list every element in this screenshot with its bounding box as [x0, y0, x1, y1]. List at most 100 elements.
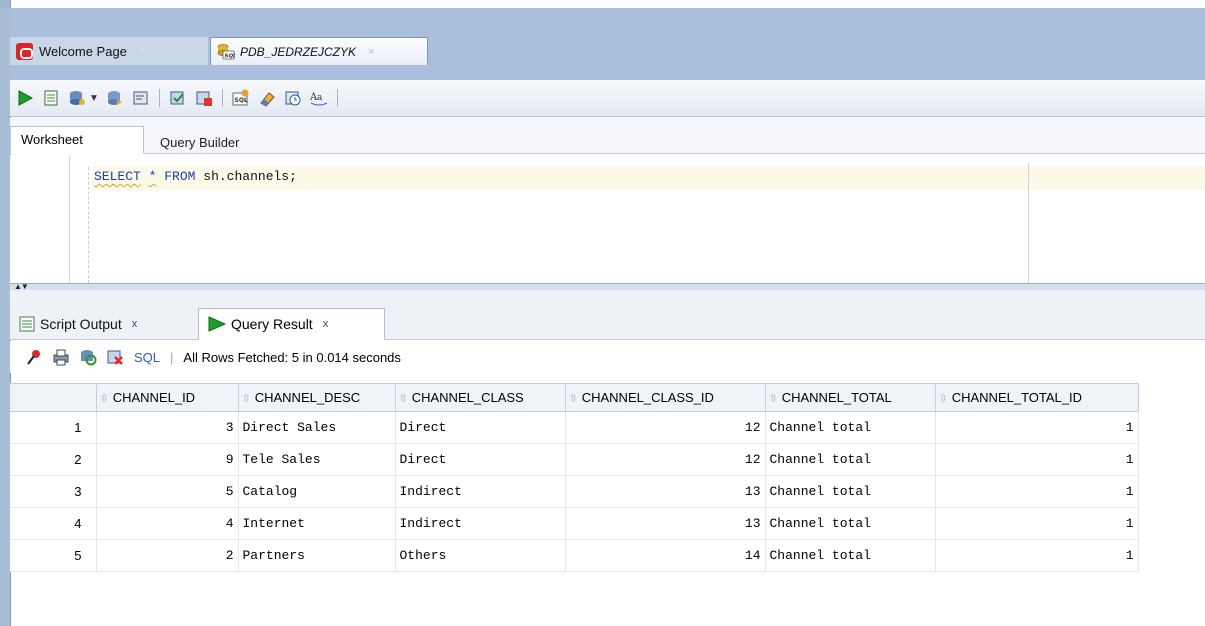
- table-row[interactable]: 1 3 Direct Sales Direct 12 Channel total…: [10, 411, 1139, 444]
- table-cell[interactable]: Channel total: [764, 539, 936, 572]
- table-cell[interactable]: Channel total: [764, 411, 936, 444]
- sql-statement[interactable]: SELECT * FROM sh.channels;: [94, 169, 297, 184]
- row-number-header: [10, 383, 97, 412]
- row-number[interactable]: 5: [10, 539, 97, 572]
- column-header[interactable]: ⇳ CHANNEL_DESC: [237, 383, 396, 412]
- svg-text:SQL: SQL: [234, 97, 247, 104]
- table-cell[interactable]: Internet: [237, 507, 396, 540]
- tab-script-output[interactable]: Script Output x: [10, 308, 198, 340]
- table-cell[interactable]: Partners: [237, 539, 396, 572]
- table-cell[interactable]: 13: [564, 475, 766, 508]
- editor-toolbar: ▼ SQL Aa: [10, 80, 1205, 117]
- table-name: sh.channels;: [203, 169, 297, 184]
- table-cell[interactable]: Catalog: [237, 475, 396, 508]
- keyword-from: FROM: [164, 169, 196, 184]
- keyword-select: SELECT: [94, 169, 141, 184]
- commit-icon[interactable]: [67, 88, 87, 108]
- clear-results-icon[interactable]: [194, 88, 214, 108]
- table-cell[interactable]: 1: [934, 443, 1139, 476]
- table-cell[interactable]: 12: [564, 411, 766, 444]
- table-cell[interactable]: 14: [564, 539, 766, 572]
- script-output-icon: [18, 315, 36, 333]
- refresh-icon[interactable]: [78, 347, 98, 367]
- row-number[interactable]: 4: [10, 507, 97, 540]
- table-cell[interactable]: 1: [934, 507, 1139, 540]
- tab-pdb-connection[interactable]: SQL PDB_JEDRZEJCZYK ×: [210, 37, 428, 65]
- sql-link[interactable]: SQL: [134, 350, 160, 365]
- tab-query-result[interactable]: Query Result x: [198, 308, 385, 340]
- table-row[interactable]: 3 5 Catalog Indirect 13 Channel total 1: [10, 475, 1139, 508]
- table-cell[interactable]: 1: [934, 411, 1139, 444]
- tab-close-icon[interactable]: ×: [139, 45, 145, 57]
- toolbar-separator: [336, 89, 338, 107]
- table-row[interactable]: 4 4 Internet Indirect 13 Channel total 1: [10, 507, 1139, 540]
- row-number[interactable]: 2: [10, 443, 97, 476]
- table-cell[interactable]: 1: [934, 539, 1139, 572]
- explain-plan-icon[interactable]: [131, 88, 151, 108]
- grid-header-row: ⇳ CHANNEL_ID ⇳ CHANNEL_DESC ⇳ CHANNEL_CLASS…: [10, 383, 1139, 412]
- sql-editor[interactable]: SELECT * FROM sh.channels;: [10, 155, 1205, 283]
- table-row[interactable]: 5 2 Partners Others 14 Channel total 1: [10, 539, 1139, 572]
- run-statement-icon[interactable]: [15, 88, 35, 108]
- autotrace-icon[interactable]: [168, 88, 188, 108]
- table-cell[interactable]: 3: [95, 411, 239, 444]
- column-header[interactable]: ⇳ CHANNEL_CLASS: [394, 383, 566, 412]
- table-cell[interactable]: Tele Sales: [237, 443, 396, 476]
- table-cell[interactable]: Others: [394, 539, 566, 572]
- table-cell[interactable]: Channel total: [764, 443, 936, 476]
- table-cell[interactable]: Indirect: [394, 475, 566, 508]
- column-header[interactable]: ⇳ CHANNEL_TOTAL_ID: [934, 383, 1139, 412]
- tab-close-icon[interactable]: x: [132, 318, 138, 330]
- column-header[interactable]: ⇳ CHANNEL_ID: [95, 383, 239, 412]
- sort-icon: ⇳: [768, 393, 778, 405]
- column-header[interactable]: ⇳ CHANNEL_CLASS_ID: [564, 383, 766, 412]
- table-cell[interactable]: Direct: [394, 443, 566, 476]
- row-number[interactable]: 3: [10, 475, 97, 508]
- play-icon: [207, 315, 227, 333]
- svg-text:a: a: [317, 93, 323, 103]
- tab-close-icon[interactable]: ×: [368, 46, 374, 58]
- cancel-fetch-icon[interactable]: [105, 347, 125, 367]
- run-script-icon[interactable]: [41, 88, 61, 108]
- tab-label: Query Result: [231, 316, 313, 332]
- line-number-gutter: [10, 155, 70, 283]
- tab-worksheet[interactable]: Worksheet: [10, 126, 144, 154]
- format-case-icon[interactable]: Aa: [309, 88, 329, 108]
- sort-icon: ⇳: [398, 393, 408, 405]
- table-cell[interactable]: Direct Sales: [237, 411, 396, 444]
- toolbar-separator: [158, 89, 160, 107]
- chevron-down-icon[interactable]: ▼: [89, 93, 99, 104]
- table-cell[interactable]: 5: [95, 475, 239, 508]
- history-icon[interactable]: [283, 88, 303, 108]
- table-cell[interactable]: Indirect: [394, 507, 566, 540]
- table-row[interactable]: 2 9 Tele Sales Direct 12 Channel total 1: [10, 443, 1139, 476]
- sql-database-icon: SQL: [217, 43, 237, 60]
- eraser-icon[interactable]: [257, 88, 277, 108]
- pin-icon[interactable]: [24, 347, 44, 367]
- table-cell[interactable]: 9: [95, 443, 239, 476]
- table-cell[interactable]: 2: [95, 539, 239, 572]
- tab-welcome-page[interactable]: Welcome Page ×: [10, 37, 208, 65]
- sort-icon: ⇳: [568, 393, 578, 405]
- column-header[interactable]: ⇳ CHANNEL_TOTAL: [764, 383, 936, 412]
- print-icon[interactable]: [51, 347, 71, 367]
- table-cell[interactable]: Channel total: [764, 475, 936, 508]
- document-tab-bar: Welcome Page × SQL PDB_JEDRZEJCZYK ×: [10, 8, 1205, 80]
- pane-splitter[interactable]: [10, 283, 1205, 290]
- table-cell[interactable]: 1: [934, 475, 1139, 508]
- rollback-icon[interactable]: [105, 88, 125, 108]
- toolbar-separator: |: [170, 349, 174, 365]
- row-number[interactable]: 1: [10, 411, 97, 444]
- sql-tuning-icon[interactable]: SQL: [231, 88, 251, 108]
- table-cell[interactable]: Direct: [394, 411, 566, 444]
- tab-query-builder[interactable]: Query Builder: [150, 126, 249, 154]
- output-tab-bar: Script Output x Query Result x: [10, 290, 1205, 340]
- table-cell[interactable]: 12: [564, 443, 766, 476]
- tab-close-icon[interactable]: x: [323, 318, 329, 330]
- tab-label: Script Output: [40, 316, 122, 332]
- table-cell[interactable]: Channel total: [764, 507, 936, 540]
- table-cell[interactable]: 4: [95, 507, 239, 540]
- sort-icon: ⇳: [99, 393, 109, 405]
- sort-icon: ⇳: [938, 393, 948, 405]
- table-cell[interactable]: 13: [564, 507, 766, 540]
